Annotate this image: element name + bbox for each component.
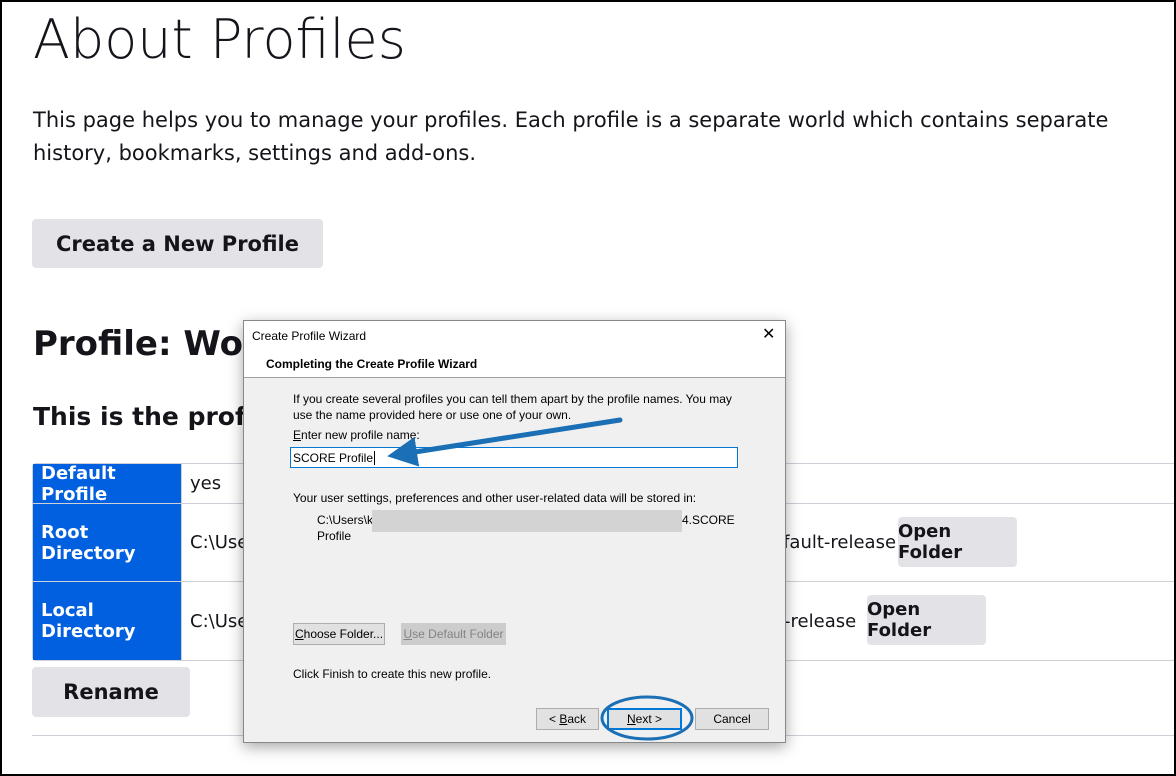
- annotation-arrow: [387, 417, 623, 467]
- annotation-circle: [600, 695, 694, 741]
- annotation-overlay: [387, 417, 694, 741]
